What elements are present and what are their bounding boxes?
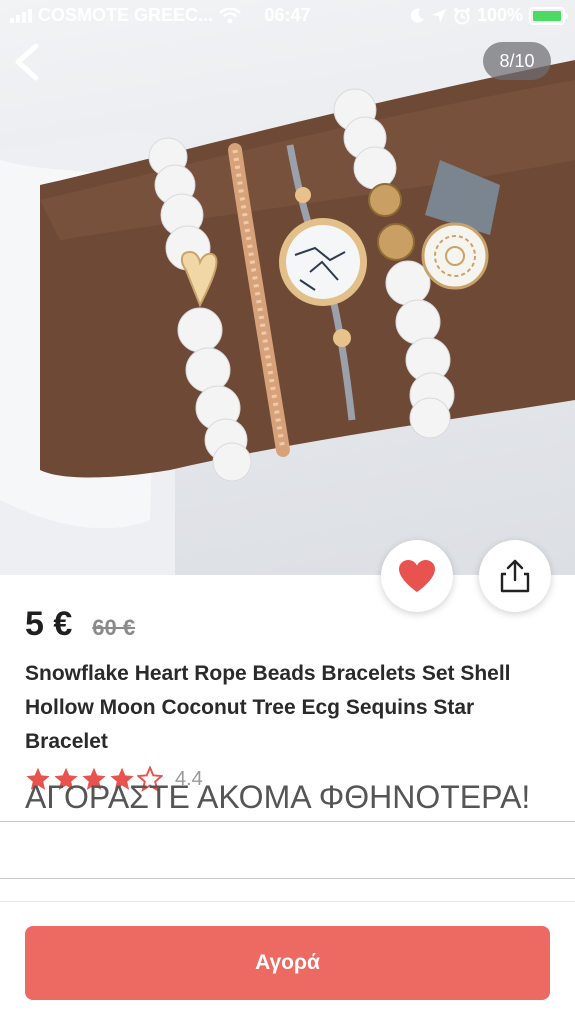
back-icon xyxy=(15,43,39,81)
favorite-button[interactable] xyxy=(381,540,453,612)
divider xyxy=(0,878,575,879)
location-icon xyxy=(431,8,446,23)
back-button[interactable] xyxy=(10,42,46,82)
current-price: 5 € xyxy=(25,605,73,643)
moon-icon xyxy=(410,8,424,23)
divider xyxy=(0,901,575,902)
divider xyxy=(0,821,575,822)
product-image[interactable] xyxy=(0,0,575,575)
price-row: 5 € 60 € xyxy=(25,605,135,644)
battery-icon xyxy=(529,6,568,25)
share-button[interactable] xyxy=(479,540,551,612)
alarm-icon xyxy=(453,7,470,24)
battery-percent: 100% xyxy=(476,5,523,25)
bracelets-photo xyxy=(0,60,575,575)
old-price: 60 € xyxy=(92,615,136,640)
buy-button[interactable]: Αγορά xyxy=(25,926,550,1000)
heart-icon xyxy=(399,560,435,592)
share-icon xyxy=(500,559,530,593)
status-bar: COSMOTE GREEC... 06:47 100% xyxy=(0,0,575,34)
product-title: Snowflake Heart Rope Beads Bracelets Set… xyxy=(25,662,511,753)
image-counter: 8/10 xyxy=(483,42,551,80)
buy-button-label: Αγορά xyxy=(255,951,320,974)
promo-banner: ΑΓΟΡΑΣΤΕ ΑΚΟΜΑ ΦΘΗΝΟΤΕΡΑ! xyxy=(25,779,531,815)
status-right: 100% xyxy=(409,5,568,26)
